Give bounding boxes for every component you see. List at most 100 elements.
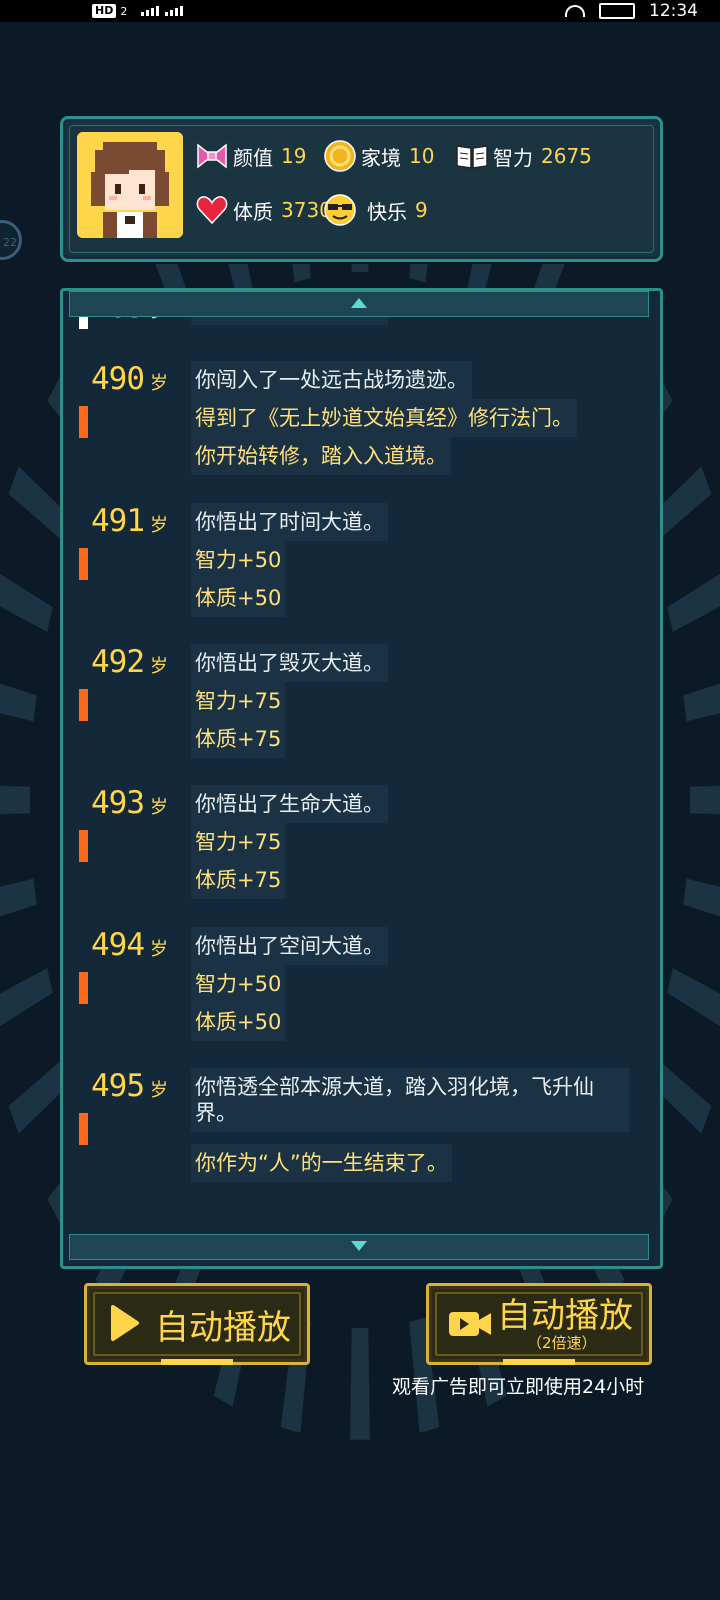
- autoplay-2x-label: 自动播放: [497, 1296, 633, 1336]
- clock: 12:34: [649, 1, 698, 21]
- age-unit: 岁: [150, 939, 168, 960]
- wifi-icon: [565, 5, 585, 17]
- stat-label: 智力: [493, 145, 533, 170]
- coin-icon: [323, 139, 357, 173]
- log-line: 你开始转修，踏入入道境。: [191, 437, 451, 475]
- age-label: 495 岁: [91, 1068, 168, 1108]
- age-unit: 岁: [150, 373, 168, 394]
- background-ray: [0, 785, 31, 815]
- background-ray: [683, 683, 720, 722]
- arrow-up-icon: [351, 298, 367, 308]
- stat-appearance: 颜值 19: [195, 137, 306, 175]
- age-number: 495: [91, 1068, 145, 1104]
- log-line: 体质+75: [191, 720, 286, 758]
- button-tab: [503, 1359, 575, 1365]
- log-line: 体质+75: [191, 861, 286, 899]
- log-line: 得到了《无上妙道文始真经》修行法门。: [191, 399, 577, 437]
- button-tab: [161, 1359, 233, 1365]
- age-label: 490 岁: [91, 361, 168, 401]
- background-ray: [350, 1327, 370, 1440]
- autoplay-2x-button[interactable]: 自动播放 （2倍速）: [426, 1283, 652, 1365]
- log-line: 体质+50: [191, 1003, 286, 1041]
- entry-marker: [79, 830, 88, 862]
- age-number: 494: [91, 927, 145, 963]
- play-icon: [111, 1305, 139, 1341]
- log-line: 你作为“人”的一生结束了。: [191, 1144, 452, 1182]
- background-ray: [667, 968, 720, 1027]
- background-ray: [0, 683, 37, 722]
- stat-label: 快乐: [367, 199, 407, 224]
- stat-label: 颜值: [233, 145, 273, 170]
- log-line: 你悟出了时间大道。: [191, 503, 388, 541]
- age-label: 494 岁: [91, 927, 168, 967]
- entry-marker: [79, 406, 88, 438]
- age-unit: 岁: [150, 515, 168, 536]
- log-line: 智力+75: [191, 682, 286, 720]
- video-camera-icon: [449, 1312, 491, 1336]
- entry-marker: [79, 972, 88, 1004]
- log-line: 智力+75: [191, 823, 286, 861]
- hd-badge: HD: [92, 4, 117, 18]
- log-line: 你闯入了一处远古战场遗迹。: [191, 361, 472, 399]
- heart-icon: [195, 193, 229, 227]
- age-number: 490: [91, 361, 145, 397]
- age-label: 491 岁: [91, 503, 168, 543]
- entry-marker: [79, 689, 88, 721]
- background-ray: [0, 968, 53, 1027]
- scroll-down-button[interactable]: [69, 1234, 649, 1260]
- age-label: 493 岁: [91, 785, 168, 825]
- signal-2-icon: [165, 6, 184, 16]
- stat-value: 2675: [541, 144, 592, 168]
- age-number: 493: [91, 785, 145, 821]
- ad-hint-text: 观看广告即可立即使用24小时: [392, 1376, 645, 1398]
- scroll-up-button[interactable]: [69, 291, 649, 317]
- attributes-panel: 颜值 19 家境 10 智力 2675 体质 3730 快乐 9: [60, 116, 663, 262]
- age-unit: 岁: [150, 797, 168, 818]
- sim-slot: 2: [120, 4, 128, 18]
- log-line: 体质+50: [191, 579, 286, 617]
- stat-label: 体质: [233, 199, 273, 224]
- battery-icon: [599, 3, 635, 19]
- log-line: 你悟出了毁灭大道。: [191, 644, 388, 682]
- status-right: 12:34: [565, 0, 698, 22]
- log-line: 智力+50: [191, 965, 286, 1003]
- stat-value: 9: [415, 198, 428, 222]
- background-ray: [689, 785, 720, 815]
- age-unit: 岁: [150, 1080, 168, 1101]
- avatar[interactable]: [77, 132, 183, 238]
- arrow-down-icon: [351, 1241, 367, 1251]
- sunglasses-face-icon: [323, 193, 357, 227]
- pixel-character-icon: [77, 132, 183, 238]
- background-ray: [667, 573, 720, 632]
- log-line: 你悟出了空间大道。: [191, 927, 388, 965]
- stat-constitution: 体质 3730: [195, 191, 332, 229]
- log-line: 你悟出了生命大道。: [191, 785, 388, 823]
- log-line: 智力+50: [191, 541, 286, 579]
- status-bar: HD 2 12:34: [0, 0, 720, 22]
- signal-icon: [141, 6, 160, 16]
- book-icon: [455, 139, 489, 173]
- autoplay-button[interactable]: 自动播放: [84, 1283, 310, 1365]
- age-number: 491: [91, 503, 145, 539]
- status-left: HD 2: [92, 0, 184, 22]
- stat-intelligence: 智力 2675: [455, 137, 592, 175]
- background-ray: [0, 878, 37, 917]
- bow-icon: [195, 139, 229, 173]
- stat-value: 10: [409, 144, 435, 168]
- life-log-panel[interactable]: 489 岁 你在界外星海漫游。 490 岁 你闯入了一处远古战场遗迹。 得到了《…: [60, 288, 663, 1269]
- stat-family: 家境 10: [323, 137, 434, 175]
- side-bubble[interactable]: 22: [0, 220, 22, 260]
- age-label: 492 岁: [91, 644, 168, 684]
- autoplay-label: 自动播放: [155, 1308, 291, 1348]
- background-ray: [683, 878, 720, 917]
- stat-value: 19: [281, 144, 307, 168]
- background-ray: [0, 573, 53, 632]
- entry-marker: [79, 548, 88, 580]
- stat-happiness: 快乐 9: [323, 191, 428, 229]
- log-line: 你悟透全部本源大道，踏入羽化境，飞升仙界。: [191, 1068, 629, 1132]
- stat-label: 家境: [361, 145, 401, 170]
- age-unit: 岁: [150, 656, 168, 677]
- age-number: 492: [91, 644, 145, 680]
- speed-label: （2倍速）: [527, 1334, 597, 1352]
- entry-marker: [79, 1113, 88, 1145]
